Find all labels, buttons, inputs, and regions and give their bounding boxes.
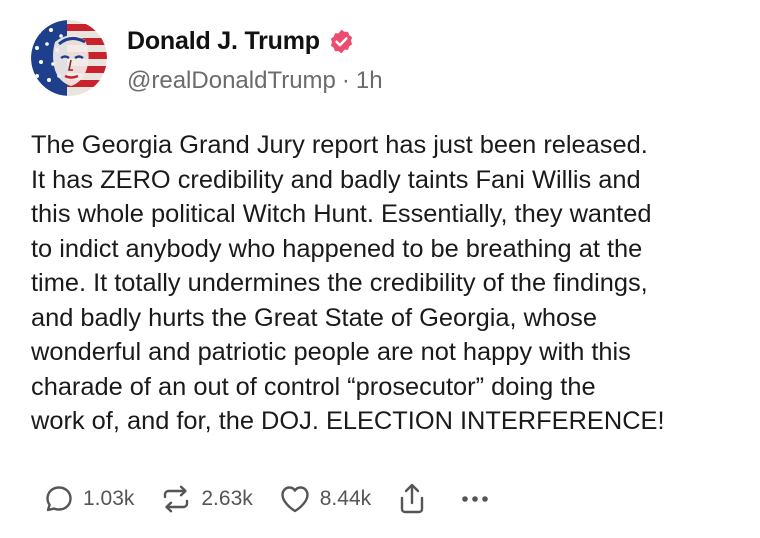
reply-button[interactable]: 1.03k bbox=[44, 484, 134, 514]
share-button[interactable] bbox=[397, 482, 427, 516]
post-text-line: time. It totally undermines the credibil… bbox=[31, 269, 648, 297]
share-icon bbox=[397, 482, 427, 516]
author-handle[interactable]: @realDonaldTrump bbox=[127, 67, 336, 95]
avatar[interactable] bbox=[31, 20, 107, 96]
like-count: 8.44k bbox=[319, 487, 372, 510]
post-text-line: wonderful and patriotic people are not h… bbox=[31, 338, 631, 366]
avatar-image bbox=[31, 20, 107, 96]
post-text-line: charade of an out of control “prosecutor… bbox=[31, 372, 596, 401]
like-button[interactable]: 8.44k bbox=[279, 484, 371, 514]
repost-icon bbox=[160, 484, 192, 514]
post-text-line: this whole political Witch Hunt. Essenti… bbox=[31, 200, 652, 228]
more-options-button[interactable] bbox=[461, 494, 489, 504]
more-options-icon bbox=[461, 494, 489, 504]
verified-badge-icon bbox=[328, 28, 355, 55]
meta-separator: · bbox=[341, 67, 350, 94]
post-text-line: and badly hurts the Great State of Georg… bbox=[31, 303, 597, 332]
action-bar: 1.03k 2.63k 8.44k bbox=[44, 482, 489, 516]
author-handle-row: @realDonaldTrump · 1h bbox=[127, 67, 383, 95]
post-text-line: work of, and for, the DOJ. ELECTION INTE… bbox=[31, 407, 665, 435]
repost-button[interactable]: 2.63k bbox=[160, 484, 253, 514]
author-name-row: Donald J. Trump bbox=[127, 27, 355, 56]
post-text-line: to indict anybody who happened to be bre… bbox=[31, 234, 643, 263]
post-text: The Georgia Grand Jury report has just b… bbox=[31, 128, 741, 439]
reply-icon bbox=[44, 484, 74, 514]
post-text-line: It has ZERO credibility and badly taints… bbox=[31, 165, 641, 194]
heart-icon bbox=[279, 484, 311, 514]
reply-count: 1.03k bbox=[83, 487, 135, 510]
post-card: Donald J. Trump @realDonaldTrump · 1h Th… bbox=[0, 0, 760, 538]
post-time[interactable]: 1h bbox=[356, 67, 383, 95]
repost-count: 2.63k bbox=[201, 487, 253, 510]
post-text-line: The Georgia Grand Jury report has just b… bbox=[31, 131, 648, 159]
author-display-name[interactable]: Donald J. Trump bbox=[127, 27, 320, 56]
